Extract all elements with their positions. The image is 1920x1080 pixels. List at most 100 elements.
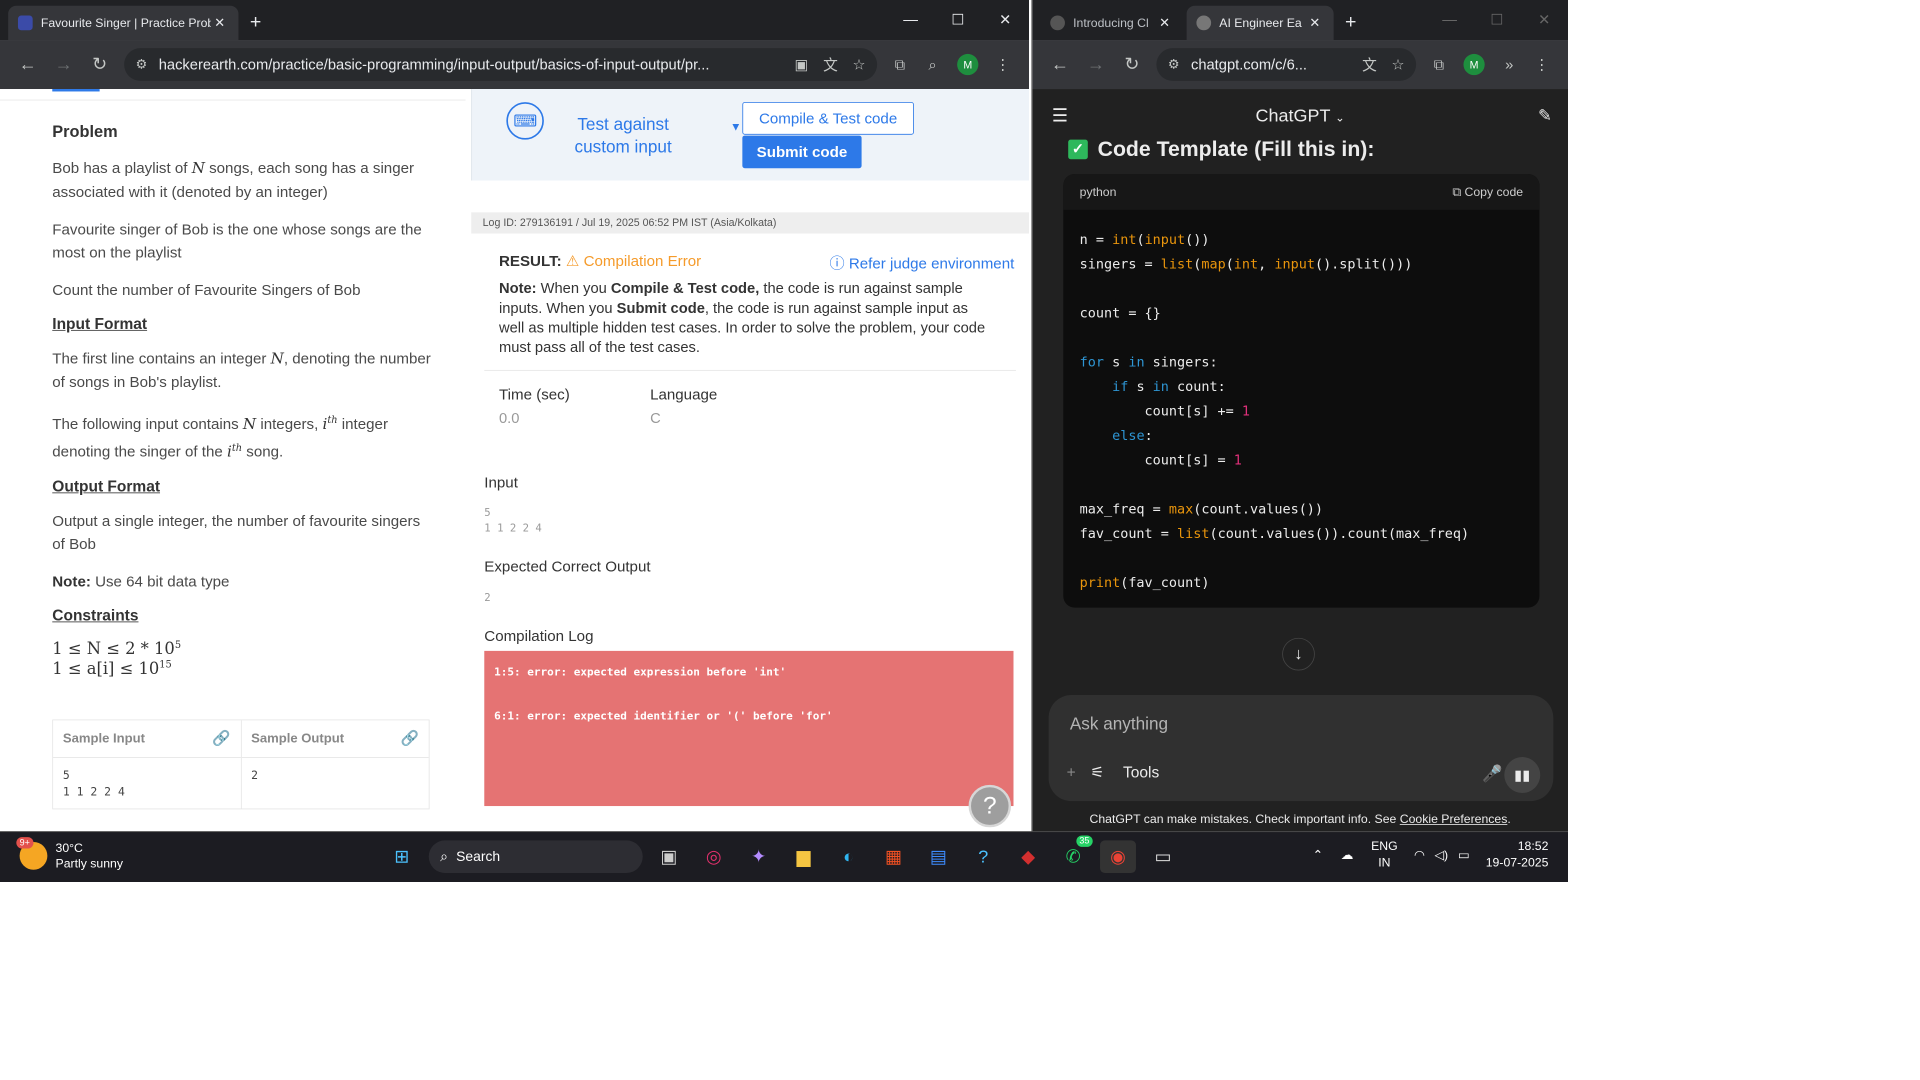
site-info-icon[interactable]: ⚙: [136, 56, 148, 72]
address-bar[interactable]: ⚙ chatgpt.com/c/6... 文 ☆: [1156, 48, 1417, 81]
instagram-icon[interactable]: ◎: [696, 840, 732, 873]
back-icon[interactable]: ←: [10, 54, 46, 75]
maximize-icon[interactable]: ☐: [1473, 11, 1520, 28]
site-info-icon[interactable]: ⚙: [1168, 56, 1180, 72]
result-note: Note: When you Compile & Test code, the …: [484, 274, 1016, 371]
browser-toolbar: ← → ↻ ⚙ chatgpt.com/c/6... 文 ☆ ⧉ M » ⋮: [1032, 40, 1569, 90]
file-explorer-icon[interactable]: ▆: [786, 840, 822, 873]
caret-down-icon[interactable]: ▼: [730, 120, 741, 133]
openai-favicon-icon: [1050, 15, 1065, 31]
divider: [0, 99, 466, 101]
back-icon[interactable]: ←: [1042, 54, 1078, 75]
close-window-icon[interactable]: ✕: [1521, 11, 1568, 28]
clipboard-icon[interactable]: ▣: [794, 56, 808, 73]
get-help-icon[interactable]: ?: [965, 840, 1001, 873]
terminal-icon[interactable]: ⌨: [506, 102, 544, 140]
close-tab-icon[interactable]: ✕: [1156, 15, 1174, 31]
custom-input-toggle[interactable]: Test against custom input: [554, 114, 693, 160]
weather-widget[interactable]: 9+ 30°C Partly sunny: [16, 837, 123, 871]
copy-link-icon[interactable]: 🔗: [401, 730, 419, 747]
document-app-icon[interactable]: ▭: [1145, 840, 1181, 873]
language-indicator[interactable]: ENG IN: [1371, 839, 1398, 872]
clock[interactable]: 18:52 19-07-2025: [1474, 839, 1568, 872]
reload-icon[interactable]: ↻: [82, 54, 118, 75]
mcafee-icon[interactable]: ◆: [1010, 840, 1046, 873]
task-view-icon[interactable]: ▣: [651, 840, 687, 873]
help-circle-icon: ⓘ: [829, 254, 845, 272]
forward-icon[interactable]: →: [1078, 54, 1114, 75]
copilot-icon[interactable]: ✦: [741, 840, 777, 873]
chat-input[interactable]: Ask anything + ⚟ Tools 🎤 ▮▮: [1048, 694, 1554, 802]
cookie-preferences-link[interactable]: Cookie Preferences: [1400, 813, 1508, 827]
bookmark-star-icon[interactable]: ☆: [1391, 56, 1404, 73]
menu-dots-icon[interactable]: ⋮: [987, 56, 1020, 73]
close-tab-icon[interactable]: ✕: [1306, 15, 1324, 31]
profile-avatar[interactable]: M: [957, 53, 979, 76]
sliders-icon: ⚟: [1090, 764, 1105, 782]
code-content: n = int(input()) singers = list(map(int,…: [1079, 231, 1470, 591]
chevron-down-icon: ⌄: [1335, 110, 1345, 124]
microphone-icon[interactable]: 🎤: [1482, 764, 1502, 784]
address-bar[interactable]: ⚙ hackerearth.com/practice/basic-program…: [124, 48, 878, 81]
minimize-icon[interactable]: —: [1426, 11, 1473, 28]
start-icon[interactable]: ⊞: [384, 840, 420, 873]
new-tab-icon[interactable]: +: [1345, 11, 1356, 34]
tab-introducing[interactable]: Introducing Cl ✕: [1040, 6, 1183, 40]
submit-button[interactable]: Submit code: [742, 135, 862, 169]
translate-icon[interactable]: 文: [1362, 54, 1377, 75]
tab-strip: Introducing Cl ✕ AI Engineer Ea ✕ + — ☐ …: [1032, 0, 1569, 41]
forward-icon[interactable]: →: [46, 54, 82, 75]
model-selector[interactable]: ChatGPT ⌄: [1256, 105, 1345, 126]
maximize-icon[interactable]: ☐: [934, 11, 981, 28]
tab-favourite-singer[interactable]: Favourite Singer | Practice Probl ✕: [8, 5, 239, 41]
tab-ai-engineer[interactable]: AI Engineer Ea ✕: [1186, 5, 1334, 41]
help-button[interactable]: ?: [968, 784, 1012, 828]
compile-test-button[interactable]: Compile & Test code: [742, 102, 914, 135]
scroll-down-icon[interactable]: ↓: [1282, 637, 1315, 671]
bookmark-star-icon[interactable]: ☆: [852, 56, 865, 73]
minimize-icon[interactable]: —: [887, 11, 934, 28]
taskbar-search[interactable]: ⌕ Search: [428, 840, 643, 874]
run-bar: ⌨ Test against custom input ▼ Compile & …: [471, 89, 1030, 181]
profile-avatar[interactable]: M: [1463, 53, 1485, 76]
close-window-icon[interactable]: ✕: [982, 11, 1029, 28]
tools-button[interactable]: ⚟ Tools: [1090, 764, 1174, 783]
sample-input-label: Sample Input: [62, 731, 145, 746]
active-tab-indicator: [52, 89, 100, 92]
window-controls: — ☐ ✕: [1426, 0, 1568, 40]
new-tab-icon[interactable]: +: [250, 11, 261, 34]
store-icon[interactable]: ▦: [875, 840, 911, 873]
error-line-2: 6:1: error: expected identifier or '(' b…: [494, 709, 833, 723]
extensions-icon[interactable]: ⧉: [884, 56, 917, 73]
myhp-icon[interactable]: ▤: [920, 840, 956, 873]
menu-dots-icon[interactable]: ⋮: [1526, 56, 1559, 73]
search-icon: ⌕: [440, 848, 448, 865]
refer-link[interactable]: ⓘ Refer judge environment: [830, 252, 1015, 273]
sample-input-value: 5 1 1 2 2 4: [62, 769, 125, 799]
extensions-icon[interactable]: ⧉: [1423, 56, 1456, 73]
translate-icon[interactable]: 文: [823, 54, 838, 75]
copy-code-button[interactable]: ⧉ Copy code: [1452, 185, 1523, 199]
edge-icon[interactable]: ◐: [831, 840, 867, 873]
sample-input-col: Sample Input 🔗 5 1 1 2 2 4: [53, 720, 242, 809]
tab-search-icon[interactable]: ⌕: [916, 56, 949, 73]
chrome-icon[interactable]: ◉: [1100, 840, 1136, 874]
reload-icon[interactable]: ↻: [1114, 54, 1150, 75]
result-line: RESULT: ⚠ Compilation Error ⓘ Refer judg…: [484, 234, 1016, 273]
taskbar-apps: ⊞ ⌕ Search ▣ ◎ ✦ ▆ ◐ ▦ ▤ ? ◆ ✆ 35 ◉ ▭: [384, 835, 1190, 874]
voice-mode-icon[interactable]: ▮▮: [1504, 757, 1541, 793]
close-tab-icon[interactable]: ✕: [211, 15, 229, 31]
plus-icon[interactable]: +: [1067, 764, 1076, 782]
new-chat-icon[interactable]: ✎: [1538, 105, 1552, 125]
battery-icon[interactable]: ▭: [1458, 848, 1470, 863]
sidebar-toggle-icon[interactable]: ☰: [1052, 105, 1068, 126]
whatsapp-icon[interactable]: ✆ 35: [1055, 835, 1093, 873]
expected-value: 2: [484, 592, 491, 605]
onedrive-icon[interactable]: ☁: [1341, 848, 1353, 863]
volume-icon[interactable]: ◁): [1435, 848, 1449, 863]
note-line: Note: Use 64 bit data type: [52, 572, 230, 590]
show-hidden-icon[interactable]: ⌃: [1313, 848, 1323, 863]
copy-link-icon[interactable]: 🔗: [212, 730, 230, 747]
more-chevron-icon[interactable]: »: [1493, 56, 1526, 73]
wifi-icon[interactable]: ◠: [1414, 848, 1425, 863]
